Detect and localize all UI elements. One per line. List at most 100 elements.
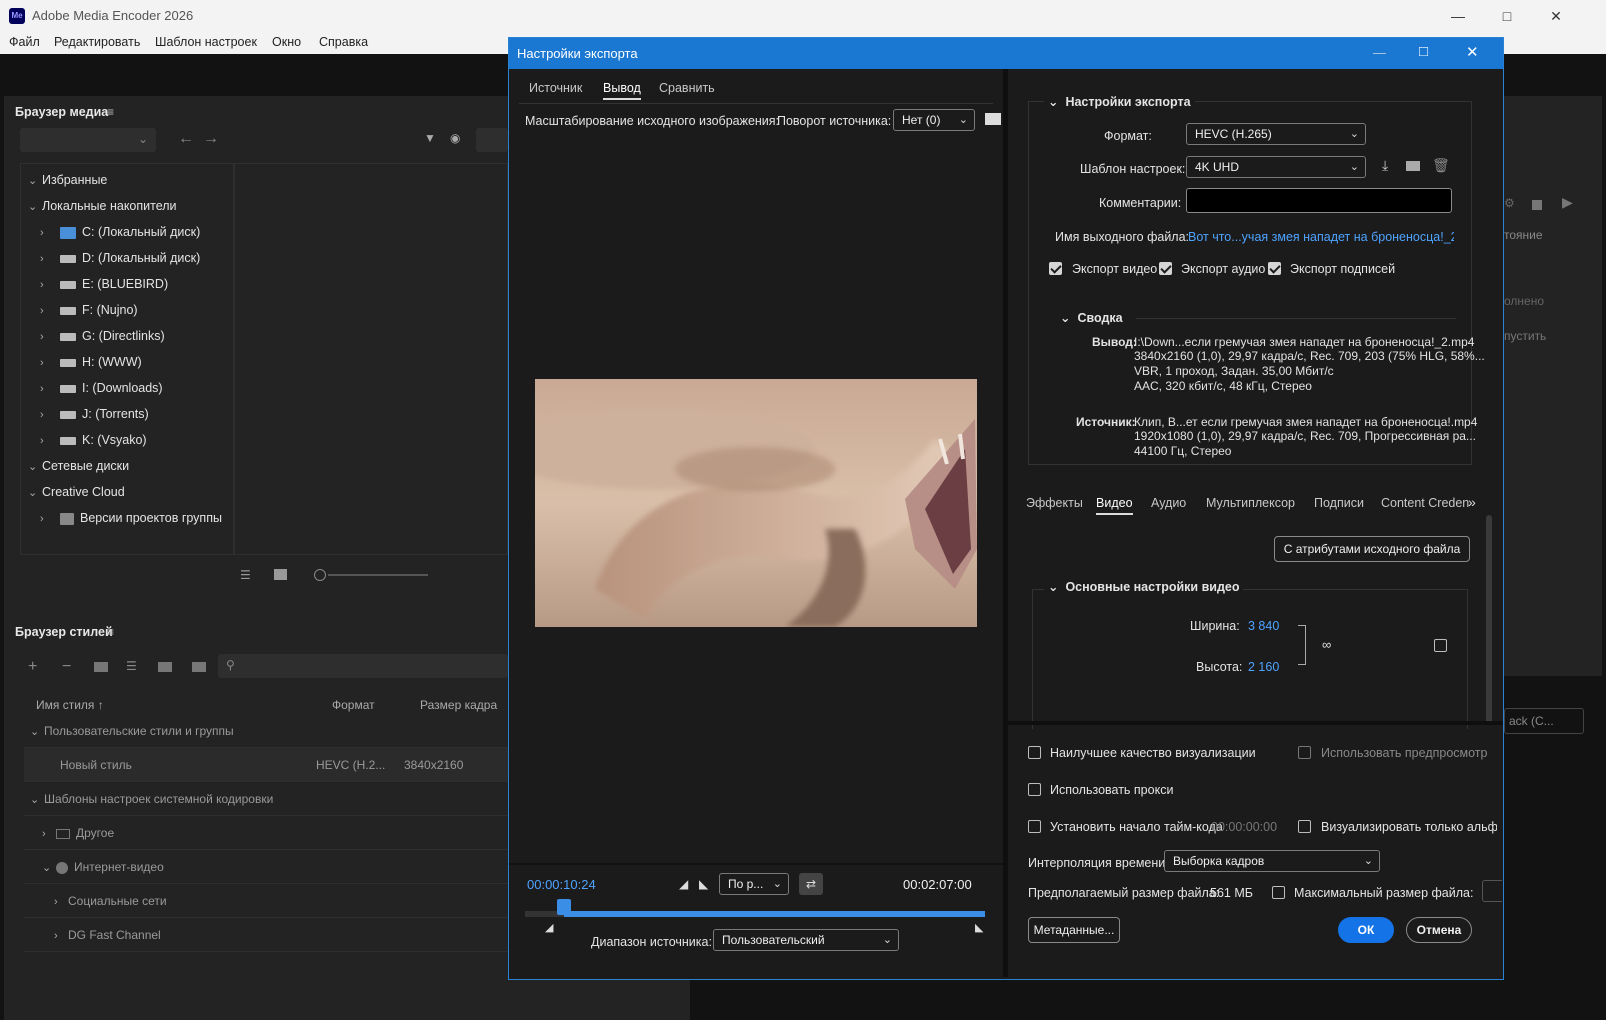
ok-button[interactable]: ОК: [1338, 917, 1394, 943]
preset-select[interactable]: 4K UHD ⌄: [1186, 156, 1366, 178]
panel-menu-icon[interactable]: ≡: [107, 625, 114, 639]
preset-group-internet[interactable]: ⌄ Интернет-видео: [24, 850, 514, 884]
stop-icon[interactable]: [1532, 200, 1542, 210]
basic-video-header[interactable]: ⌄ Основные настройки видео: [1044, 579, 1244, 594]
tree-favorites[interactable]: ⌄ Избранные: [28, 168, 107, 192]
filter-icon[interactable]: ▼: [424, 131, 436, 145]
format-select[interactable]: HEVC (H.265) ⌄: [1186, 123, 1366, 145]
comments-field[interactable]: [1186, 188, 1452, 213]
preset-group-social[interactable]: › Социальные сети: [24, 884, 514, 918]
dialog-minimize-button[interactable]: —: [1373, 45, 1386, 60]
tab-audio[interactable]: Аудио: [1151, 496, 1186, 510]
preset-group-other[interactable]: › Другое: [24, 816, 514, 850]
forward-arrow-icon[interactable]: →: [203, 130, 219, 148]
style-search-input[interactable]: ⚲: [218, 654, 508, 678]
timecode-value[interactable]: 00:00:00:00: [1211, 820, 1277, 834]
save-preset-icon[interactable]: ⤓: [1382, 157, 1388, 174]
use-previews-checkbox[interactable]: [1298, 746, 1311, 759]
column-format[interactable]: Формат: [332, 698, 375, 712]
frame-size-checkbox[interactable]: [1434, 639, 1447, 652]
tab-content-credentials[interactable]: Content Creden: [1381, 496, 1469, 510]
export-preset-icon[interactable]: [192, 662, 206, 672]
remove-icon[interactable]: −: [62, 658, 71, 676]
tree-drive-j[interactable]: › J: (Torrents): [40, 402, 149, 426]
tab-output[interactable]: Вывод: [603, 81, 641, 100]
in-point-marker[interactable]: ◢: [545, 921, 553, 934]
dialog-close-button[interactable]: ✕: [1466, 43, 1479, 61]
user-presets-group[interactable]: ⌄ Пользовательские стили и группы: [24, 714, 514, 748]
dialog-maximize-button[interactable]: □: [1419, 43, 1428, 60]
summary-header[interactable]: ⌄ Сводка: [1060, 310, 1123, 325]
menu-window[interactable]: Окно: [272, 35, 301, 49]
tab-video[interactable]: Видео: [1096, 496, 1133, 515]
export-settings-header[interactable]: ⌄ Настройки экспорта: [1044, 94, 1195, 109]
tree-network[interactable]: ⌄ Сетевые диски: [28, 454, 129, 478]
output-name-link[interactable]: Вот что...учая змея нападет на броненосц…: [1188, 230, 1454, 244]
maximize-button[interactable]: □: [1497, 6, 1517, 26]
media-search-input[interactable]: [476, 128, 508, 152]
zoom-fit-select[interactable]: По р... ⌄: [719, 873, 789, 895]
tab-source[interactable]: Источник: [529, 81, 582, 95]
tree-drive-f[interactable]: › F: (Nujno): [40, 298, 138, 322]
tree-drive-e[interactable]: › E: (BLUEBIRD): [40, 272, 168, 296]
source-range-select[interactable]: Пользовательский ⌄: [713, 929, 899, 951]
export-captions-checkbox[interactable]: [1268, 262, 1281, 275]
zoom-slider-knob[interactable]: [314, 569, 326, 581]
tab-effects[interactable]: Эффекты: [1026, 496, 1083, 510]
zoom-slider[interactable]: [314, 569, 434, 581]
import-preset-icon[interactable]: [158, 662, 172, 672]
max-render-quality-checkbox[interactable]: [1028, 746, 1041, 759]
aspect-toggle-icon[interactable]: ⇄: [799, 873, 823, 895]
tree-drive-k[interactable]: › K: (Vsyako): [40, 428, 147, 452]
tree-local-drives[interactable]: ⌄ Локальные накопители: [28, 194, 177, 218]
column-style-name[interactable]: Имя стиля ↑: [36, 698, 104, 712]
out-point-marker[interactable]: ◣: [975, 921, 983, 934]
tab-multiplexer[interactable]: Мультиплексор: [1206, 496, 1295, 510]
current-time[interactable]: 00:00:10:24: [527, 877, 596, 892]
list-view-icon[interactable]: ☰: [240, 568, 251, 582]
thumbnail-view-icon[interactable]: [274, 569, 287, 580]
export-video-checkbox[interactable]: [1049, 262, 1062, 275]
settings-sliders-icon[interactable]: ☰: [126, 659, 137, 673]
max-file-size-field[interactable]: [1482, 880, 1502, 902]
preset-group-dg[interactable]: › DG Fast Channel: [24, 918, 514, 952]
max-file-size-checkbox[interactable]: [1272, 886, 1285, 899]
tree-team-projects[interactable]: › Версии проектов группы: [40, 506, 222, 530]
link-chain-icon[interactable]: ∞: [1322, 637, 1331, 652]
system-presets-group[interactable]: ⌄ Шаблоны настроек системной кодировки: [24, 782, 514, 816]
settings-icon[interactable]: ⚙: [1504, 196, 1515, 210]
more-tabs-icon[interactable]: »: [1468, 494, 1476, 510]
import-preset-icon[interactable]: [1406, 161, 1420, 171]
back-arrow-icon[interactable]: ←: [178, 130, 194, 148]
new-group-icon[interactable]: [94, 662, 108, 672]
tab-captions[interactable]: Подписи: [1314, 496, 1364, 510]
tree-drive-h[interactable]: › H: (WWW): [40, 350, 142, 374]
eye-icon[interactable]: ◉: [450, 131, 460, 145]
tab-compare[interactable]: Сравнить: [659, 81, 715, 95]
close-window-button[interactable]: ✕: [1546, 6, 1566, 26]
rotation-select[interactable]: Нет (0) ⌄: [893, 109, 975, 131]
location-dropdown[interactable]: ⌄: [20, 128, 156, 152]
match-source-button[interactable]: С атрибутами исходного файла: [1274, 536, 1470, 562]
width-value[interactable]: 3 840: [1248, 619, 1279, 633]
time-interp-select[interactable]: Выборка кадров ⌄: [1164, 850, 1380, 872]
menu-edit[interactable]: Редактировать: [54, 35, 140, 49]
queue-preset-dropdown[interactable]: ack (C...: [1504, 708, 1584, 734]
export-audio-checkbox[interactable]: [1159, 262, 1172, 275]
set-out-point-icon[interactable]: ◣: [699, 877, 708, 891]
minimize-button[interactable]: —: [1448, 6, 1468, 26]
style-row-new[interactable]: Новый стиль HEVC (H.2... 3840x2160: [24, 748, 514, 782]
cancel-button[interactable]: Отмена: [1406, 917, 1472, 943]
playhead[interactable]: [557, 899, 571, 915]
menu-help[interactable]: Справка: [319, 35, 368, 49]
fit-frame-icon[interactable]: [985, 113, 1001, 125]
add-icon[interactable]: +: [28, 658, 37, 676]
timeline-scrubber[interactable]: [525, 899, 985, 917]
panel-menu-icon[interactable]: ≡: [107, 105, 114, 119]
set-timecode-checkbox[interactable]: [1028, 820, 1041, 833]
trash-icon[interactable]: 🗑: [1432, 157, 1450, 174]
set-in-point-icon[interactable]: ◢: [679, 877, 688, 891]
tree-creative-cloud[interactable]: ⌄ Creative Cloud: [28, 480, 125, 504]
settings-scrollbar[interactable]: [1486, 515, 1492, 725]
tree-drive-c[interactable]: › C: (Локальный диск): [40, 220, 200, 244]
